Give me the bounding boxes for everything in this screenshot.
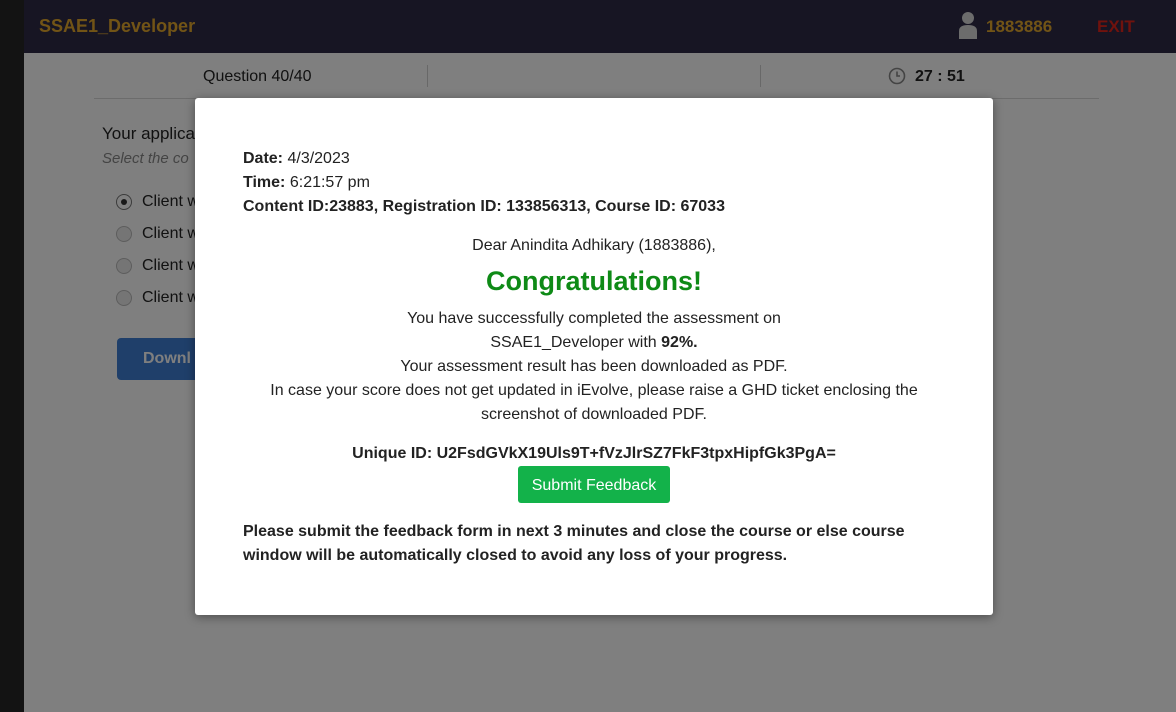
ghd-note-continued: screenshot of downloaded PDF. xyxy=(481,406,707,423)
congratulations-heading: Congratulations! xyxy=(486,266,702,296)
greeting: Dear Anindita Adhikary (1883886), xyxy=(472,237,716,254)
submit-feedback-button[interactable]: Submit Feedback xyxy=(518,466,670,503)
score-line: SSAE1_Developer with 92%. xyxy=(195,334,993,352)
score-value: 92%. xyxy=(661,334,698,351)
time-value: 6:21:57 pm xyxy=(289,174,370,191)
unique-id: Unique ID: U2FsdGVkX19Uls9T+fVzJlrSZ7FkF… xyxy=(352,445,836,462)
download-note: Your assessment result has been download… xyxy=(400,358,788,375)
time-label: Time: xyxy=(243,174,286,191)
ghd-note: In case your score does not get updated … xyxy=(270,382,918,399)
completion-line: You have successfully completed the asse… xyxy=(407,310,781,327)
date-value: 4/3/2023 xyxy=(287,150,350,167)
course-name: SSAE1_Developer xyxy=(490,334,624,351)
feedback-notice: Please submit the feedback form in next … xyxy=(243,523,905,564)
date-line: Date: 4/3/2023 xyxy=(243,150,350,168)
date-label: Date: xyxy=(243,150,284,167)
ids-line: Content ID:23883, Registration ID: 13385… xyxy=(243,198,725,215)
screen: SSAE1_Developer 1883886 EXIT Question 40… xyxy=(0,0,1176,712)
time-line: Time: 6:21:57 pm xyxy=(243,174,370,192)
score-connector: with xyxy=(628,334,657,351)
result-dialog: Date: 4/3/2023 Time: 6:21:57 pm Content … xyxy=(195,98,993,615)
